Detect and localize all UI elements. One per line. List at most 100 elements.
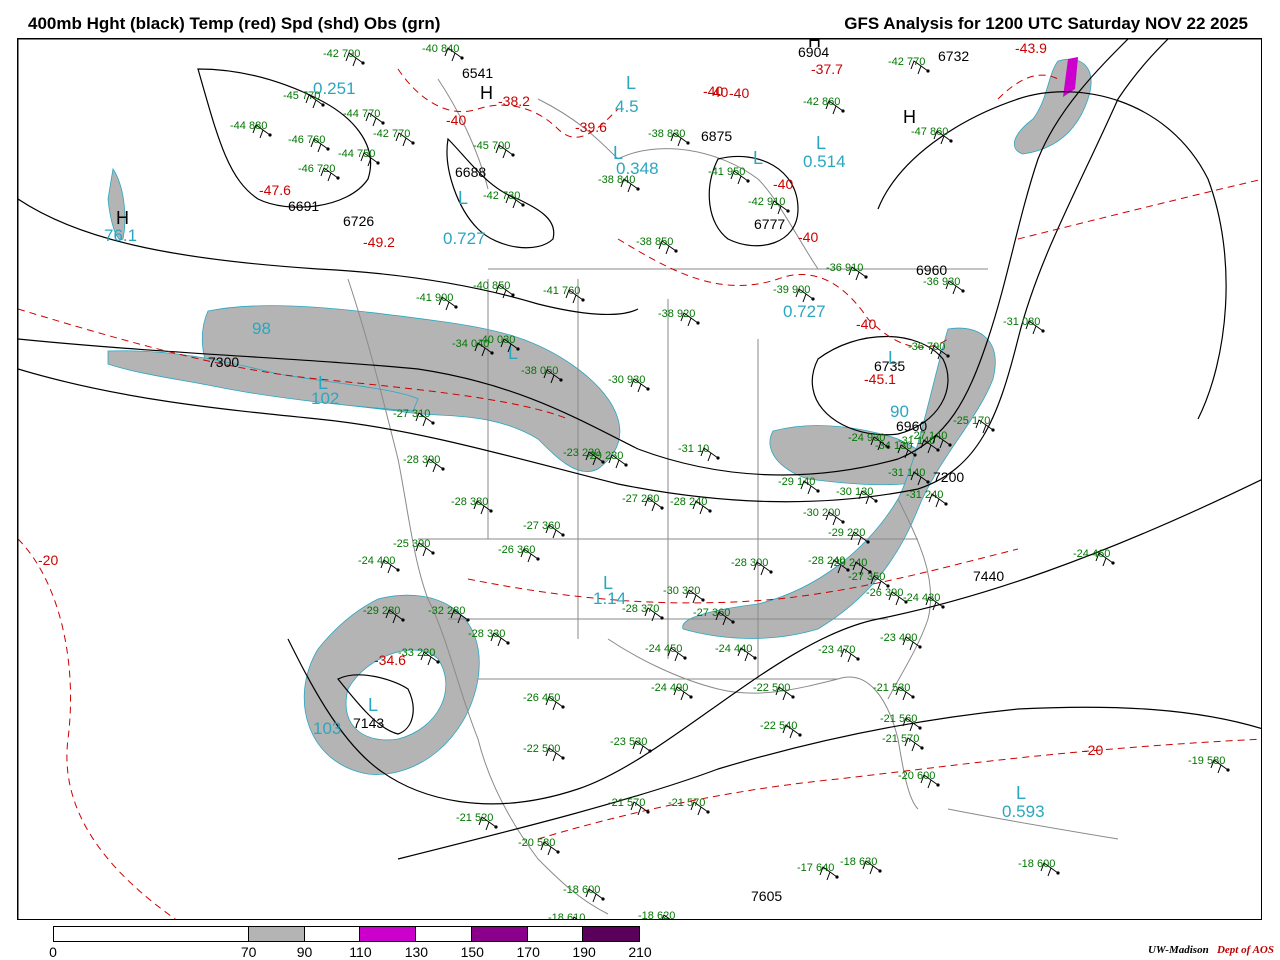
height-label: 7143: [353, 715, 384, 731]
station-obs: -28 300: [731, 557, 768, 569]
colorbar-segment: [416, 927, 472, 941]
temperature-label: -38.2: [498, 93, 530, 109]
station-obs: -18 630: [840, 856, 877, 868]
station-obs: -27 350: [848, 571, 885, 583]
station-obs: -38 920: [658, 308, 695, 320]
height-label: 7440: [973, 568, 1004, 584]
station-obs: -28 390: [403, 454, 440, 466]
station-obs: -31 140: [888, 467, 925, 479]
station-obs: -38 840: [598, 174, 635, 186]
station-obs: -42 770: [373, 128, 410, 140]
station-obs: -36 790: [908, 341, 945, 353]
extrema-letter: H: [480, 83, 493, 103]
colorbar-segment: [471, 927, 528, 941]
station-obs: -26 360: [498, 544, 535, 556]
height-label: 6875: [701, 128, 732, 144]
analysis-time-title: GFS Analysis for 1200 UTC Saturday NOV 2…: [844, 14, 1248, 33]
height-label: 7300: [208, 354, 239, 370]
station-obs: -21 570: [668, 797, 705, 809]
station-obs: -38 830: [648, 128, 685, 140]
isotherm-30-atlantic: [1017, 178, 1261, 240]
extrema-value: 103: [313, 719, 341, 738]
station-obs: -30 200: [803, 507, 840, 519]
station-obs: -40 030: [478, 334, 515, 346]
station-obs: -47 860: [911, 126, 948, 138]
isotherm-20-west: [18, 538, 177, 919]
extrema-value: 98: [252, 319, 271, 338]
extrema-value: 0.593: [1002, 802, 1045, 821]
station-obs: -20 600: [898, 770, 935, 782]
extrema-letter: L: [888, 348, 898, 368]
station-obs: -23 470: [818, 644, 855, 656]
extrema-value: 76.1: [104, 226, 137, 245]
jet-shade-cutoff-low: [303, 594, 480, 775]
height-label: 6688: [455, 164, 486, 180]
station-obs: -30 320: [663, 585, 700, 597]
station-obs: -27 360: [523, 520, 560, 532]
station-obs: -28 330: [468, 628, 505, 640]
extrema-value: 90: [890, 402, 909, 421]
station-obs: -27 140: [910, 430, 947, 442]
colorbar-segment: [527, 927, 584, 941]
station-obs: -40 840: [422, 43, 459, 55]
map-canvas: 65416904 67326688687566916726 677769606735…: [18, 39, 1261, 919]
station-obs: -20 580: [518, 837, 555, 849]
station-obs: -36 930: [923, 276, 960, 288]
colorbar-segment: [54, 927, 250, 941]
credit-text: UW-Madison Dept of AOS: [1148, 944, 1274, 956]
station-obs: -38 050: [521, 365, 558, 377]
station-obs: -42 910: [748, 196, 785, 208]
station-obs: -42 860: [803, 96, 840, 108]
station-obs: -29 140: [778, 476, 815, 488]
height-label: 7200: [933, 469, 964, 485]
temperature-label: -39.6: [575, 119, 607, 135]
station-obs: -27 280: [622, 493, 659, 505]
temperature-label: -40: [856, 316, 876, 332]
colorbar-tick-label: 170: [516, 944, 540, 960]
colorbar-tick-label: 70: [240, 944, 257, 960]
station-obs: -21 530: [873, 682, 910, 694]
station-obs: -44 770: [343, 108, 380, 120]
colorbar-tick-label: 210: [628, 944, 652, 960]
station-obs: -27 310: [393, 408, 430, 420]
temperature-label: -43.9: [1015, 40, 1047, 56]
weather-map: 6541 6904 6732 6688 6875 6691 6726 6777 6960 6735…: [17, 38, 1262, 920]
station-obs: -31 240: [906, 489, 943, 501]
extrema-letter: L: [1016, 783, 1026, 803]
station-obs: -24 930: [848, 432, 885, 444]
station-obs: -21 520: [456, 812, 493, 824]
station-obs: -41 900: [416, 292, 453, 304]
station-obs: -46 760: [288, 134, 325, 146]
colorbar-tick-label: 150: [460, 944, 484, 960]
station-obs: -29 280: [363, 605, 400, 617]
station-obs: -22 500: [523, 743, 560, 755]
colorbar-segment: [249, 927, 305, 941]
wind-speed-shading: [107, 59, 1092, 775]
station-obs: -24 490: [651, 682, 688, 694]
station-obs: -21 570: [608, 797, 645, 809]
station-obs: -21 560: [880, 713, 917, 725]
station-obs: -42 730: [483, 190, 520, 202]
extrema-letter: L: [753, 148, 763, 168]
temperature-label: -40: [773, 176, 793, 192]
colorbar-segment: [304, 927, 361, 941]
credit-dept: Dept of AOS: [1216, 944, 1274, 956]
speed-colorbar: [53, 926, 640, 942]
colorbar-segment: [360, 927, 417, 941]
station-obs: -30 130: [836, 486, 873, 498]
credit-org: UW-Madison: [1147, 944, 1209, 956]
extrema-value: 102: [311, 389, 339, 408]
station-obs: -25 390: [393, 538, 430, 550]
temperature-label: -40: [798, 229, 818, 245]
station-obs: -28 370: [622, 603, 659, 615]
station-obs: -28 240: [670, 496, 707, 508]
colorbar-tick-label: 130: [404, 944, 429, 960]
station-obs: -21 570: [882, 733, 919, 745]
extrema-value: 0.727: [783, 302, 826, 321]
height-label: 6732: [938, 48, 969, 64]
station-obs: -19 580: [1188, 755, 1225, 767]
colorbar-tick-label: 0: [49, 944, 57, 960]
station-obs: -36 910: [826, 262, 863, 274]
extrema-value: 4.5: [615, 97, 639, 116]
station-obs: -41 760: [543, 285, 580, 297]
